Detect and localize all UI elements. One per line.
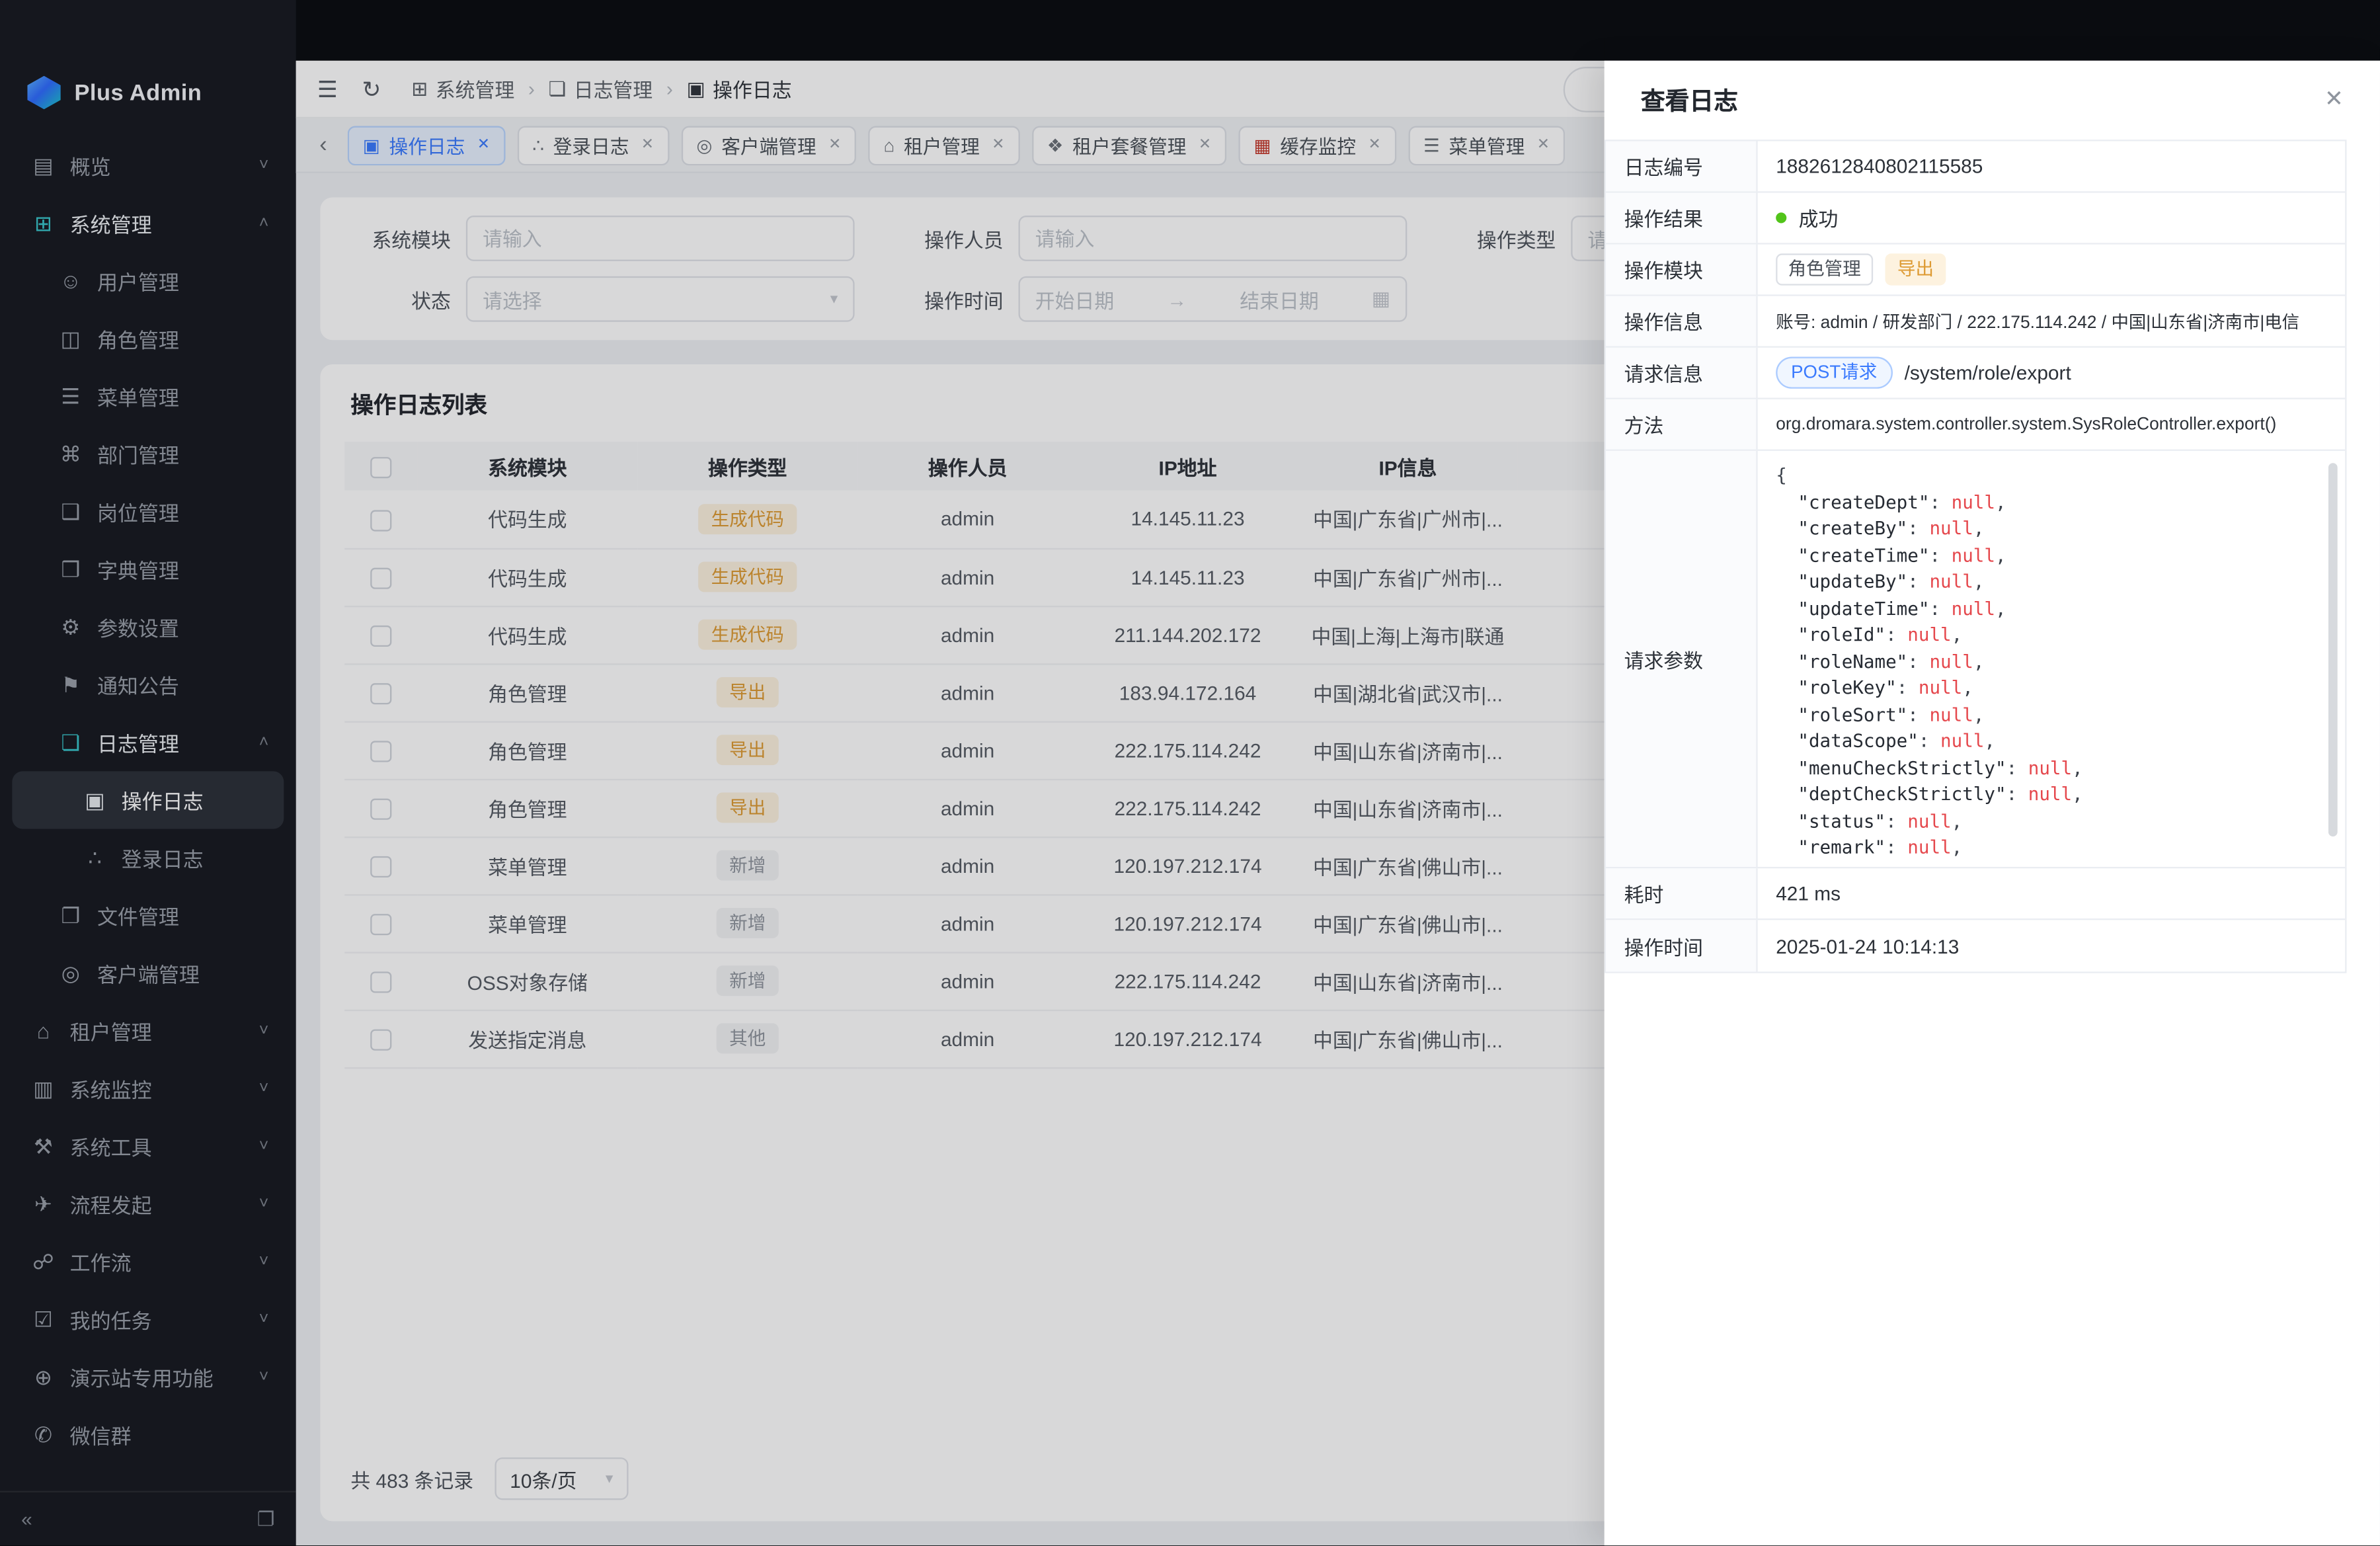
detail-label-duration: 耗时 — [1606, 868, 1758, 918]
action-tag: 导出 — [1885, 254, 1946, 285]
code-scrollbar[interactable] — [2328, 463, 2338, 836]
drawer-title: 查看日志 — [1641, 81, 1738, 117]
detail-label-result: 操作结果 — [1606, 193, 1758, 243]
result-text: 成功 — [1799, 204, 1839, 233]
detail-value-info: 账号: admin / 研发部门 / 222.175.114.242 / 中国|… — [1758, 296, 2346, 346]
detail-label-log-id: 日志编号 — [1606, 142, 1758, 192]
detail-row-params: 请求参数 { "createDept": null, "createBy": n… — [1606, 451, 2345, 868]
detail-row-duration: 耗时 421 ms — [1606, 868, 2345, 920]
drawer-header: 查看日志 ✕ — [1605, 61, 2380, 137]
screen: Plus Admin ▤概览˅⊞系统管理˄☺用户管理◫角色管理☰菜单管理⌘部门管… — [0, 0, 2380, 1545]
success-status-dot — [1776, 212, 1786, 223]
view-log-drawer: 查看日志 ✕ 日志编号 1882612840802115585 操作结果 成功 … — [1605, 61, 2380, 1545]
module-tag: 角色管理 — [1776, 254, 1873, 285]
detail-value-result: 成功 — [1758, 193, 2346, 243]
detail-label-params: 请求参数 — [1606, 451, 1758, 867]
detail-value-time: 2025-01-24 10:14:13 — [1758, 920, 2346, 971]
detail-value-request: POST请求 /system/role/export — [1758, 348, 2346, 398]
detail-row-module: 操作模块 角色管理 导出 — [1606, 245, 2345, 296]
detail-row-log-id: 日志编号 1882612840802115585 — [1606, 142, 2345, 193]
request-url: /system/role/export — [1905, 361, 2071, 384]
detail-value-log-id: 1882612840802115585 — [1758, 142, 2346, 192]
detail-label-module: 操作模块 — [1606, 245, 1758, 295]
detail-value-method: org.dromara.system.controller.system.Sys… — [1758, 399, 2346, 450]
detail-row-method: 方法 org.dromara.system.controller.system.… — [1606, 399, 2345, 451]
detail-value-duration: 421 ms — [1758, 868, 2346, 918]
detail-row-time: 操作时间 2025-01-24 10:14:13 — [1606, 920, 2345, 971]
modal-mask[interactable] — [0, 0, 1605, 1545]
post-method-tag: POST请求 — [1776, 357, 1892, 388]
detail-row-result: 操作结果 成功 — [1606, 193, 2345, 245]
detail-label-time: 操作时间 — [1606, 920, 1758, 971]
detail-label-method: 方法 — [1606, 399, 1758, 450]
detail-label-info: 操作信息 — [1606, 296, 1758, 346]
detail-row-info: 操作信息 账号: admin / 研发部门 / 222.175.114.242 … — [1606, 296, 2345, 348]
detail-value-module: 角色管理 导出 — [1758, 245, 2346, 295]
detail-row-request: 请求信息 POST请求 /system/role/export — [1606, 348, 2345, 399]
log-detail-table: 日志编号 1882612840802115585 操作结果 成功 操作模块 角色… — [1605, 140, 2347, 973]
detail-label-request: 请求信息 — [1606, 348, 1758, 398]
close-icon[interactable]: ✕ — [2324, 85, 2344, 112]
request-params-code: { "createDept": null, "createBy": null, … — [1776, 463, 2083, 862]
detail-value-params[interactable]: { "createDept": null, "createBy": null, … — [1758, 451, 2346, 867]
